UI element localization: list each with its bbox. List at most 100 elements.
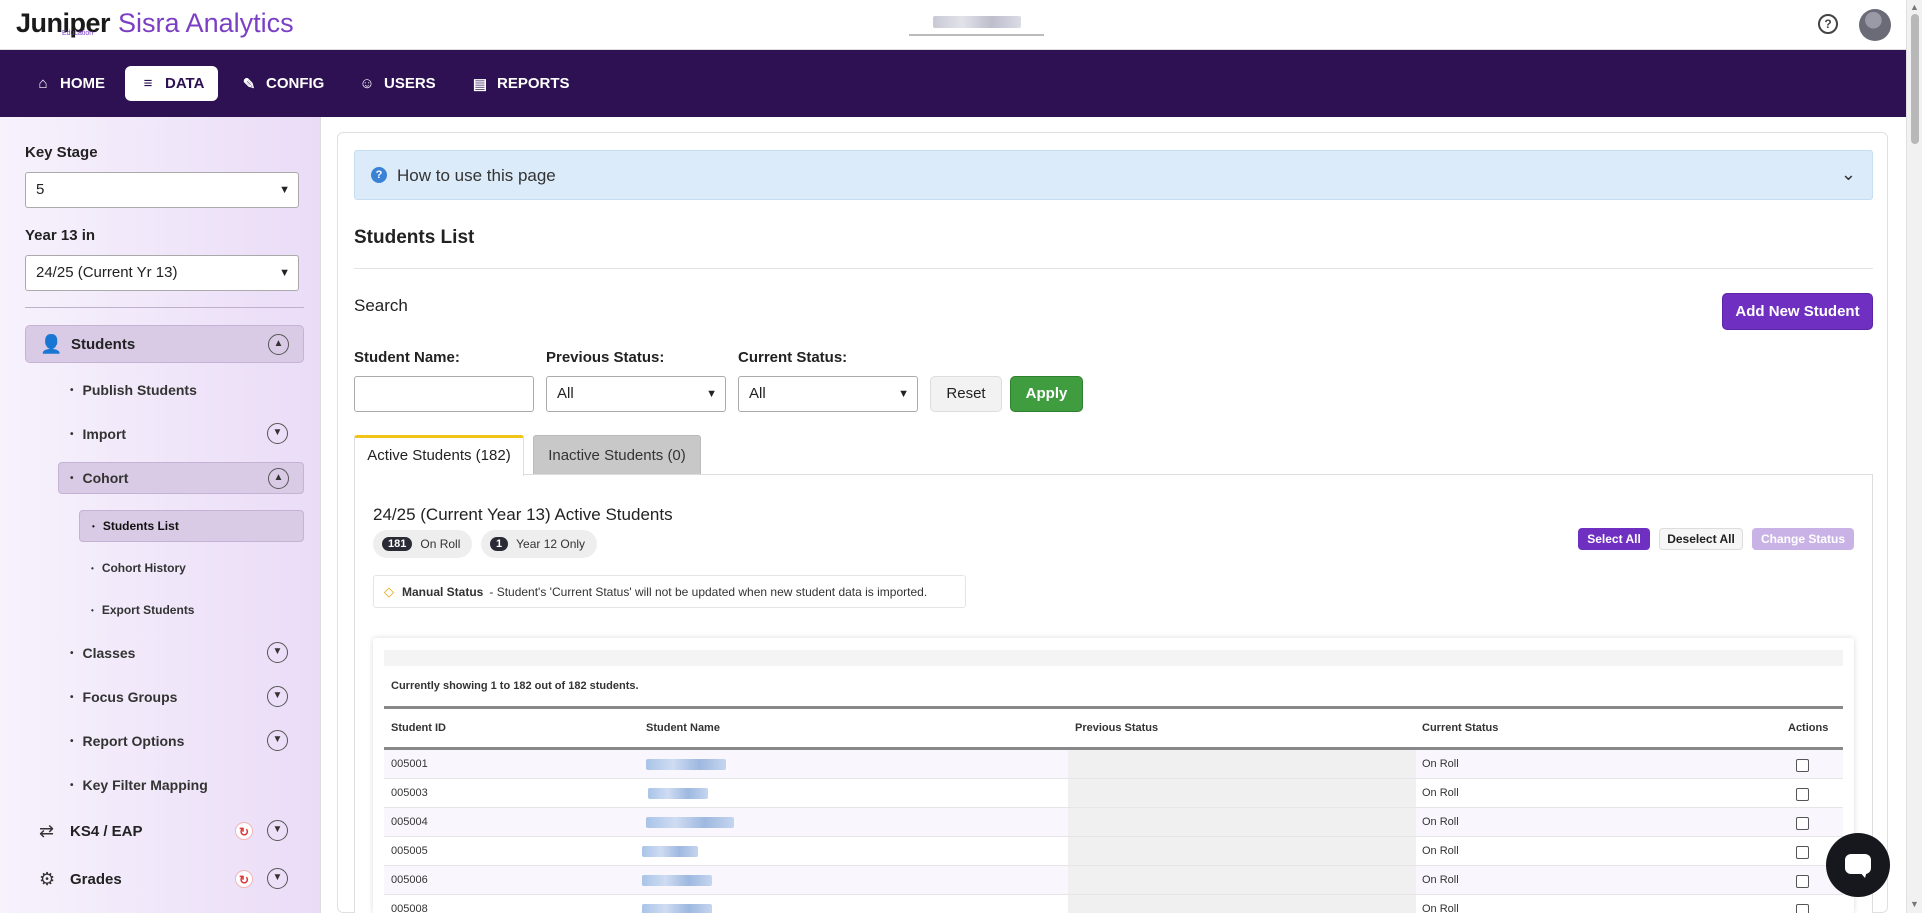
current-status-select[interactable]: All ▼ xyxy=(738,376,918,412)
cell-previous-status xyxy=(1068,750,1416,778)
cell-current-status: On Roll xyxy=(1422,903,1459,913)
key-stage-select[interactable]: 5 ▼ xyxy=(25,172,299,208)
sidebar-item-classes[interactable]: • Classes ▼ xyxy=(70,637,304,669)
avatar[interactable] xyxy=(1859,9,1891,41)
col-actions: Actions xyxy=(1788,722,1829,734)
row-checkbox[interactable] xyxy=(1796,846,1809,859)
cohort-title: 24/25 (Current Year 13) Active Students xyxy=(373,505,673,524)
row-checkbox[interactable] xyxy=(1796,875,1809,888)
col-current-status[interactable]: Current Status xyxy=(1422,722,1498,734)
sidebar-item-students-list[interactable]: • Students List xyxy=(79,510,304,542)
nav-data[interactable]: ≡ DATA xyxy=(125,66,219,101)
bullet-icon: • xyxy=(70,384,74,396)
row-checkbox[interactable] xyxy=(1796,788,1809,801)
chat-button[interactable] xyxy=(1826,833,1890,897)
student-name-redacted[interactable] xyxy=(642,875,712,886)
cell-student-id: 005004 xyxy=(391,816,428,828)
route-icon: ⇄ xyxy=(39,820,55,841)
student-name-redacted[interactable] xyxy=(642,904,712,913)
year-label: Year 13 in xyxy=(25,227,96,244)
col-student-id[interactable]: Student ID xyxy=(391,722,446,734)
sidebar-group-ks4-eap[interactable]: ⇄ KS4 / EAP ↻ ▼ xyxy=(25,812,304,850)
tab-active-students[interactable]: Active Students (182) xyxy=(354,435,524,476)
how-to-use-accordion[interactable]: ? How to use this page ⌄ xyxy=(354,150,1873,200)
chevron-down-icon[interactable]: ▼ xyxy=(267,642,288,663)
manual-status-text: - Student's 'Current Status' will not be… xyxy=(489,584,928,599)
row-checkbox[interactable] xyxy=(1796,817,1809,830)
nav-config[interactable]: ✎ CONFIG xyxy=(226,66,338,101)
chevron-up-icon[interactable]: ▲ xyxy=(268,468,289,489)
bullet-icon: • xyxy=(70,428,74,440)
nav-home[interactable]: ⌂ HOME xyxy=(20,66,119,101)
scroll-up-icon[interactable]: ▲ xyxy=(1910,2,1919,12)
student-name-redacted[interactable] xyxy=(646,759,726,770)
student-name-input[interactable] xyxy=(354,376,534,412)
nav-reports[interactable]: ▤ REPORTS xyxy=(457,66,584,101)
chevron-down-icon: ▼ xyxy=(279,267,290,279)
sidebar-item-report-options[interactable]: • Report Options ▼ xyxy=(70,725,304,757)
table-toolbar xyxy=(384,650,1843,666)
cell-previous-status xyxy=(1068,808,1416,836)
deselect-all-button[interactable]: Deselect All xyxy=(1659,528,1743,550)
select-all-button[interactable]: Select All xyxy=(1578,528,1650,550)
apply-button[interactable]: Apply xyxy=(1010,376,1083,412)
sidebar-item-export-students[interactable]: • Export Students xyxy=(79,594,304,626)
reset-button[interactable]: Reset xyxy=(930,376,1002,412)
table-row[interactable]: 005005 On Roll xyxy=(384,837,1843,866)
student-name-redacted[interactable] xyxy=(648,788,708,799)
school-selector[interactable] xyxy=(909,14,1044,36)
chevron-down-icon[interactable]: ▼ xyxy=(267,686,288,707)
table-row[interactable]: 005001 On Roll xyxy=(384,750,1843,779)
student-name-redacted[interactable] xyxy=(646,817,734,828)
scrollbar-thumb[interactable] xyxy=(1911,14,1919,144)
chevron-down-icon[interactable]: ▼ xyxy=(267,730,288,751)
sidebar-item-focus-groups[interactable]: • Focus Groups ▼ xyxy=(70,681,304,713)
table-row[interactable]: 005004 On Roll xyxy=(384,808,1843,837)
chat-icon xyxy=(1845,854,1871,874)
year-value: 24/25 (Current Yr 13) xyxy=(36,264,178,281)
chevron-down-icon: ▼ xyxy=(706,388,717,400)
row-checkbox[interactable] xyxy=(1796,904,1809,913)
previous-status-select[interactable]: All ▼ xyxy=(546,376,726,412)
sidebar-item-key-filter-mapping[interactable]: • Key Filter Mapping xyxy=(70,769,208,801)
row-checkbox[interactable] xyxy=(1796,759,1809,772)
col-student-name[interactable]: Student Name xyxy=(646,722,720,734)
student-name-redacted[interactable] xyxy=(642,846,698,857)
add-new-student-button[interactable]: Add New Student xyxy=(1722,293,1873,330)
chevron-down-icon[interactable]: ▼ xyxy=(267,868,288,889)
col-previous-status[interactable]: Previous Status xyxy=(1075,722,1158,734)
scroll-down-icon[interactable]: ▼ xyxy=(1910,899,1919,909)
cell-previous-status xyxy=(1068,779,1416,807)
table-row[interactable]: 005008 On Roll xyxy=(384,895,1843,913)
change-status-button[interactable]: Change Status xyxy=(1752,528,1854,550)
chevron-down-icon[interactable]: ▼ xyxy=(267,820,288,841)
table-row[interactable]: 005003 On Roll xyxy=(384,779,1843,808)
sidebar-item-publish-students[interactable]: • Publish Students xyxy=(70,374,197,406)
help-icon[interactable]: ? xyxy=(1818,14,1838,34)
grades-icon: ⚙ xyxy=(39,868,56,889)
on-roll-badge: 181 On Roll xyxy=(373,530,473,558)
sidebar-group-grades[interactable]: ⚙ Grades ↻ ▼ xyxy=(25,860,304,898)
tab-inactive-students[interactable]: Inactive Students (0) xyxy=(533,435,701,475)
chevron-down-icon[interactable]: ▼ xyxy=(267,423,288,444)
sidebar-item-import[interactable]: • Import ▼ xyxy=(70,418,304,450)
sidebar-group-students[interactable]: 👤 Students ▲ xyxy=(25,325,304,363)
year-select[interactable]: 24/25 (Current Yr 13) ▼ xyxy=(25,255,299,291)
table-row[interactable]: 005006 On Roll xyxy=(384,866,1843,895)
nav-users[interactable]: ☺ USERS xyxy=(344,66,450,101)
chat-icon-tail xyxy=(1859,871,1867,878)
logo[interactable]: Juniper Sisra Analytics xyxy=(16,8,294,39)
chevron-up-icon[interactable]: ▲ xyxy=(268,334,289,355)
sidebar-item-cohort[interactable]: • Cohort ▲ xyxy=(58,462,304,494)
sidebar-item-label: Import xyxy=(82,426,127,442)
sidebar-item-cohort-history[interactable]: • Cohort History xyxy=(79,552,304,584)
current-status-label: Current Status: xyxy=(738,349,848,366)
current-status-value: All xyxy=(749,385,766,402)
page-scrollbar[interactable]: ▲ ▼ xyxy=(1906,0,1922,913)
search-heading: Search xyxy=(354,296,408,315)
bullet-icon: • xyxy=(91,563,94,573)
cell-previous-status xyxy=(1068,895,1416,913)
cell-previous-status xyxy=(1068,866,1416,894)
bullet-icon: • xyxy=(92,521,95,531)
previous-status-value: All xyxy=(557,385,574,402)
